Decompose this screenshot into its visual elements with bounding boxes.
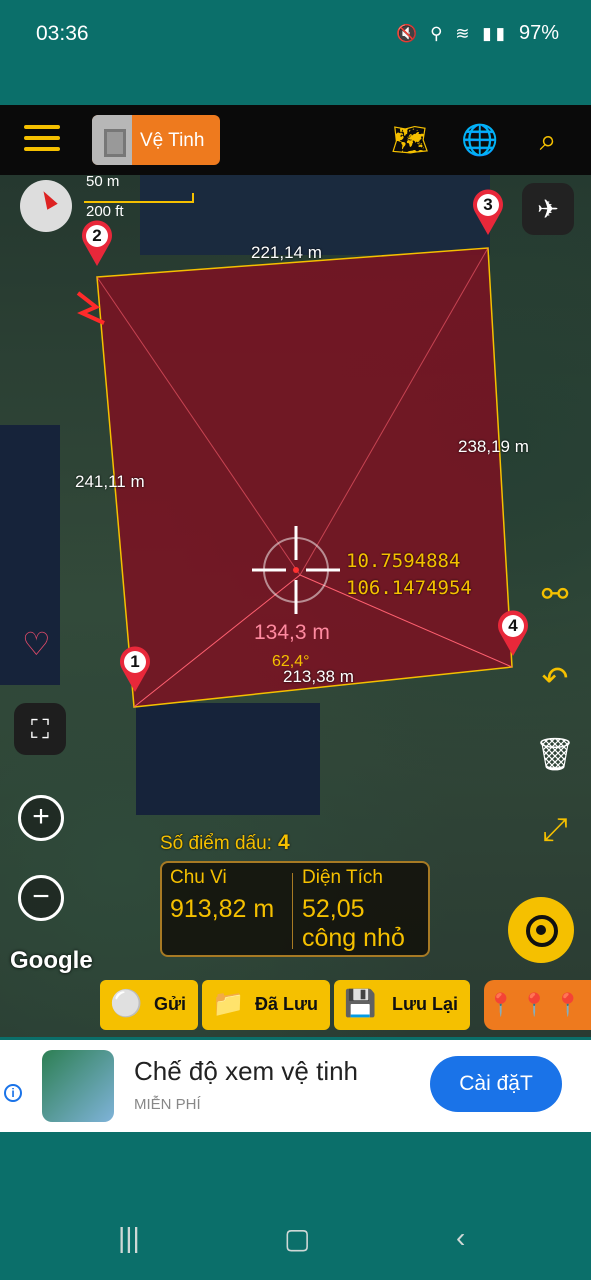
- point-number: 4: [508, 616, 518, 635]
- menu-icon[interactable]: [24, 125, 60, 155]
- point-marker-2[interactable]: 2: [80, 219, 114, 267]
- edge-length-left: 241,11 m: [75, 472, 145, 491]
- point-number: 3: [483, 195, 493, 214]
- point-number: 1: [130, 652, 140, 671]
- scale-bar: [84, 193, 194, 203]
- status-icons: 🔇 ⚲ ≋ ▮▮: [396, 23, 509, 43]
- saved-button[interactable]: 📁 Đã Lưu: [202, 980, 330, 1030]
- point-number: 2: [92, 226, 102, 245]
- share-icon: ⚪: [110, 988, 143, 1018]
- point-count: Số điểm dấu: 4: [160, 831, 290, 855]
- scale-meters: 50 m: [86, 175, 120, 190]
- save-label: Lưu Lại: [391, 994, 458, 1014]
- map-layer-label: Vệ Tinh: [140, 130, 205, 151]
- status-right: 🔇 ⚲ ≋ ▮▮ 97%: [396, 22, 559, 45]
- ad-info-icon[interactable]: i: [4, 1084, 22, 1102]
- zoom-in-button[interactable]: +: [18, 795, 64, 841]
- favorite-heart-icon[interactable]: ♡: [22, 625, 51, 663]
- ad-subtitle: MIỄN PHÍ: [134, 1096, 201, 1113]
- battery-level: 97%: [518, 22, 559, 44]
- edge-length-top: 221,14 m: [251, 243, 322, 262]
- undo-icon[interactable]: ↶: [530, 659, 580, 697]
- center-angle: 62,4°: [272, 653, 310, 670]
- satellite-map[interactable]: 50 m 200 ft 221,14 m 238,19 m 241,11 m 2…: [0, 175, 591, 1037]
- zoom-out-button[interactable]: −: [18, 875, 64, 921]
- save-button[interactable]: 💾 Lưu Lại: [334, 980, 470, 1030]
- scale-feet: 200 ft: [86, 203, 124, 220]
- perimeter-section: Chu Vi 913,82 m: [170, 867, 274, 924]
- google-logo: Google: [10, 947, 93, 974]
- perimeter-value: 913,82 m: [170, 895, 275, 923]
- recent-apps-icon[interactable]: |||: [118, 1222, 140, 1254]
- search-icon[interactable]: ⌕: [528, 121, 568, 161]
- ad-install-button[interactable]: Cài đặT: [430, 1056, 562, 1112]
- saved-label: Đã Lưu: [254, 994, 318, 1014]
- floppy-icon: 💾: [344, 988, 377, 1018]
- point-marker-1[interactable]: 1: [118, 645, 152, 693]
- my-location-icon[interactable]: [508, 897, 574, 963]
- center-distance: 134,3 m: [254, 621, 330, 644]
- point-marker-4[interactable]: 4: [496, 609, 530, 657]
- point-count-value: 4: [277, 831, 290, 854]
- area-value: 52,05: [302, 895, 365, 923]
- longitude: 106.1474954: [346, 577, 472, 599]
- screenshot-frame-icon[interactable]: ⛶: [14, 703, 66, 755]
- map-layer-button[interactable]: Vệ Tinh: [92, 115, 220, 165]
- folder-icon: 📁: [212, 988, 245, 1018]
- point-marker-3[interactable]: 3: [471, 188, 505, 236]
- latitude: 10.7594884: [346, 550, 461, 572]
- center-coordinates: 10.7594884 106.1474954: [346, 548, 472, 602]
- back-icon[interactable]: ‹: [456, 1222, 465, 1254]
- ad-banner[interactable]: i Chế độ xem vệ tinh MIỄN PHÍ Cài đặT: [0, 1040, 591, 1132]
- satellite-view-icon[interactable]: ✈: [522, 183, 574, 235]
- world-map-icon[interactable]: 🗺: [390, 121, 430, 161]
- globe-pin-icon[interactable]: 🌐: [460, 121, 500, 161]
- layer-thumbnail-icon: [92, 115, 132, 165]
- compass-icon[interactable]: [20, 180, 72, 232]
- home-icon[interactable]: ▢: [284, 1222, 310, 1255]
- info-divider: [292, 873, 293, 949]
- measurement-info-box: Chu Vi 913,82 m Diện Tích 52,05 công nhỏ: [160, 861, 430, 957]
- top-toolbar: Vệ Tinh 🗺 🌐 ⌕: [0, 105, 591, 175]
- action-bar: ⚪ Gửi 📁 Đã Lưu 💾 Lưu Lại 📍📍📍: [0, 980, 591, 1032]
- expand-icon[interactable]: ⤢: [530, 811, 580, 849]
- system-nav-bar: ||| ▢ ‹: [0, 1132, 591, 1280]
- path-nodes-icon[interactable]: ⚯: [530, 575, 580, 613]
- area-unit: công nhỏ: [302, 924, 405, 952]
- markers-button[interactable]: 📍📍📍: [484, 980, 591, 1030]
- send-label: Gửi: [153, 994, 186, 1014]
- status-bar: 03:36 🔇 ⚲ ≋ ▮▮ 97%: [0, 0, 591, 105]
- delete-icon[interactable]: 🗑: [530, 735, 580, 773]
- area-label: Diện Tích: [302, 867, 383, 888]
- send-button[interactable]: ⚪ Gửi: [100, 980, 198, 1030]
- ad-title: Chế độ xem vệ tinh: [134, 1056, 359, 1086]
- perimeter-label: Chu Vi: [170, 867, 227, 888]
- ad-app-icon: [42, 1050, 114, 1122]
- edge-length-right: 238,19 m: [458, 437, 529, 456]
- point-count-label: Số điểm dấu:: [160, 833, 272, 854]
- area-section: Diện Tích 52,05 công nhỏ: [302, 867, 405, 953]
- status-time: 03:36: [36, 22, 89, 45]
